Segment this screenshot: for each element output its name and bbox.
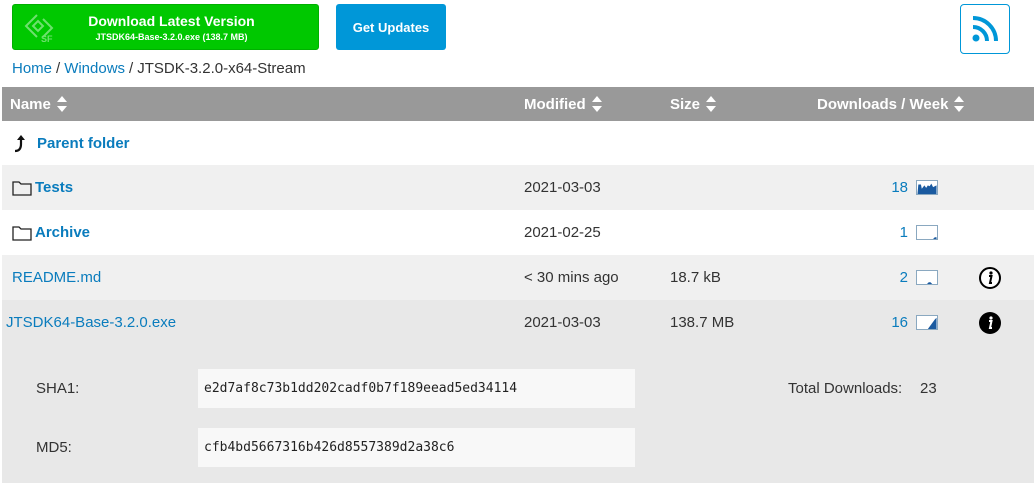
download-count[interactable]: 18	[891, 165, 908, 210]
download-count[interactable]: 16	[891, 300, 908, 345]
file-name-link[interactable]: README.md	[12, 269, 101, 286]
column-header-size[interactable]: Size	[670, 87, 717, 121]
file-name-link[interactable]: Archive	[35, 224, 90, 241]
modified-date: 2021-02-25	[524, 224, 601, 241]
parent-folder-row[interactable]: Parent folder	[2, 121, 1034, 165]
breadcrumb-separator: /	[129, 60, 134, 77]
sort-icon	[954, 96, 965, 112]
download-sparkline-icon[interactable]	[916, 314, 938, 330]
column-header-name[interactable]: Name	[10, 87, 67, 121]
rss-button[interactable]	[960, 4, 1010, 54]
table-row[interactable]: README.md < 30 mins ago 18.7 kB 2	[2, 255, 1034, 300]
download-title: Download Latest Version	[88, 13, 255, 29]
download-latest-button[interactable]: SF Download Latest Version JTSDK64-Base-…	[12, 4, 319, 50]
sha1-value[interactable]: e2d7af8c73b1dd202cadf0b7f189eead5ed34114	[198, 369, 635, 408]
rss-icon	[972, 16, 998, 42]
file-name-link[interactable]: Tests	[35, 179, 73, 196]
sort-icon	[591, 96, 602, 112]
file-name-link[interactable]: JTSDK64-Base-3.2.0.exe	[6, 314, 176, 331]
download-sparkline-icon[interactable]	[916, 269, 938, 285]
modified-date: 2021-03-03	[524, 179, 601, 196]
download-count[interactable]: 1	[900, 210, 908, 255]
column-header-modified[interactable]: Modified	[524, 87, 602, 121]
get-updates-button[interactable]: Get Updates	[336, 4, 446, 50]
table-header: Name Modified Size Downloads / Week	[2, 87, 1034, 121]
md5-label: MD5:	[36, 439, 72, 456]
file-size: 138.7 MB	[670, 314, 735, 331]
sha1-label: SHA1:	[36, 380, 80, 397]
breadcrumb-home[interactable]: Home	[12, 60, 52, 77]
table-row[interactable]: Archive 2021-02-25 1	[2, 210, 1034, 255]
file-size: 18.7 kB	[670, 269, 721, 286]
md5-value[interactable]: cfb4bd5667316b426d8557389d2a38c6	[198, 428, 635, 467]
download-subtitle: JTSDK64-Base-3.2.0.exe (138.7 MB)	[95, 32, 248, 42]
info-icon[interactable]	[978, 266, 1002, 290]
total-downloads-value: 23	[920, 380, 937, 397]
top-bar: SF Download Latest Version JTSDK64-Base-…	[0, 0, 1036, 60]
column-header-downloads[interactable]: Downloads / Week	[817, 87, 965, 121]
folder-icon	[12, 180, 32, 196]
download-sparkline-icon[interactable]	[916, 179, 938, 195]
modified-date: 2021-03-03	[524, 314, 601, 331]
breadcrumb-separator: /	[56, 60, 61, 77]
file-details-panel: SHA1: e2d7af8c73b1dd202cadf0b7f189eead5e…	[2, 345, 1034, 483]
table-row[interactable]: Tests 2021-03-03 18	[2, 165, 1034, 210]
modified-date: < 30 mins ago	[524, 269, 619, 286]
up-arrow-icon	[14, 135, 25, 153]
breadcrumb-windows[interactable]: Windows	[64, 60, 125, 77]
sort-icon	[56, 96, 67, 112]
download-sparkline-icon[interactable]	[916, 224, 938, 240]
breadcrumb-current: JTSDK-3.2.0-x64-Stream	[137, 60, 306, 77]
download-count[interactable]: 2	[900, 255, 908, 300]
parent-folder-link[interactable]: Parent folder	[37, 135, 130, 152]
total-downloads-label: Total Downloads:	[788, 380, 903, 397]
table-row[interactable]: JTSDK64-Base-3.2.0.exe 2021-03-03 138.7 …	[2, 300, 1034, 345]
sort-icon	[706, 96, 717, 112]
info-icon[interactable]	[978, 311, 1002, 335]
breadcrumb: Home / Windows / JTSDK-3.2.0-x64-Stream	[12, 60, 306, 78]
folder-icon	[12, 225, 32, 241]
